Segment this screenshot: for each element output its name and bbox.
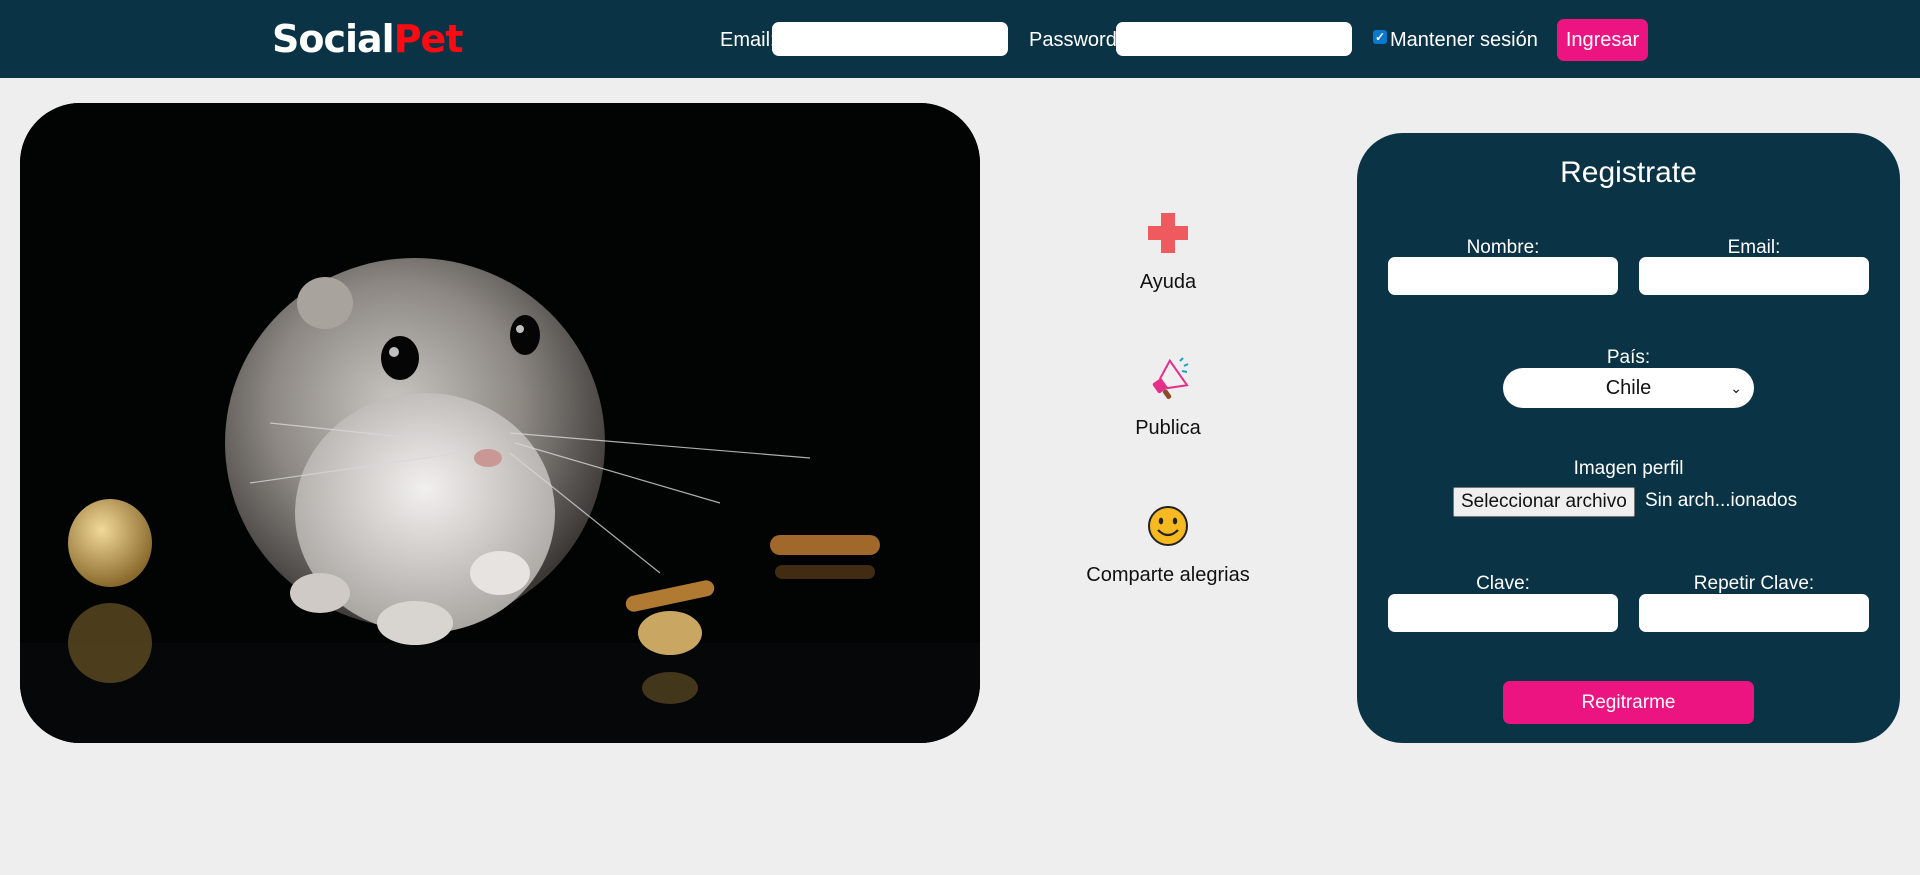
register-card: Registrate Nombre: Email: País: Chile ⌄ … [1357,133,1900,743]
country-select[interactable]: Chile ⌄ [1503,368,1754,408]
red-cross-icon [1038,211,1298,257]
feature-help-label: Ayuda [1139,271,1197,293]
name-input[interactable] [1388,257,1618,295]
country-selected-value: Chile [1605,377,1652,399]
repeat-password-input[interactable] [1639,594,1869,632]
feature-publish: Publica [1038,357,1298,441]
profile-image-label: Imagen perfil [1573,458,1684,479]
password-input[interactable] [1388,594,1618,632]
megaphone-icon [1038,357,1298,403]
password-label: Clave: [1476,573,1530,594]
keep-session-label: Mantener sesión [1390,29,1538,51]
feature-publish-label: Publica [1135,417,1201,439]
logo-social: Social [272,17,395,61]
keep-session-option[interactable]: ✓ Mantener sesión [1373,28,1538,52]
feature-share: Comparte alegrias [1038,504,1298,588]
chevron-down-icon: ⌄ [1730,380,1742,396]
login-password-input[interactable] [1116,22,1352,56]
login-email-label: Email: [720,29,776,51]
feature-help: Ayuda [1038,211,1298,295]
country-label: País: [1606,347,1651,368]
top-navbar: SocialPet Email: Password: ✓ Mantener se… [0,0,1920,78]
register-submit-button[interactable]: Regitrarme [1503,681,1754,724]
email-label: Email: [1727,237,1781,258]
keep-session-checkbox[interactable]: ✓ [1373,30,1387,44]
logo-pet: Pet [393,17,464,61]
hamster-photo [20,103,980,743]
repeat-password-label: Repetir Clave: [1693,573,1815,594]
hamster-illustration [20,103,980,743]
login-password-label: Password: [1029,29,1123,51]
name-label: Nombre: [1466,237,1540,258]
login-button[interactable]: Ingresar [1557,19,1648,61]
smiley-icon [1038,504,1298,550]
file-status-text: Sin arch...ionados [1645,490,1798,511]
email-input[interactable] [1639,257,1869,295]
login-email-input[interactable] [772,22,1008,56]
feature-share-label: Comparte alegrias [1086,564,1250,586]
site-logo[interactable]: SocialPet [272,16,463,62]
register-title: Registrate [1560,156,1697,189]
select-file-button[interactable]: Seleccionar archivo [1453,487,1635,517]
